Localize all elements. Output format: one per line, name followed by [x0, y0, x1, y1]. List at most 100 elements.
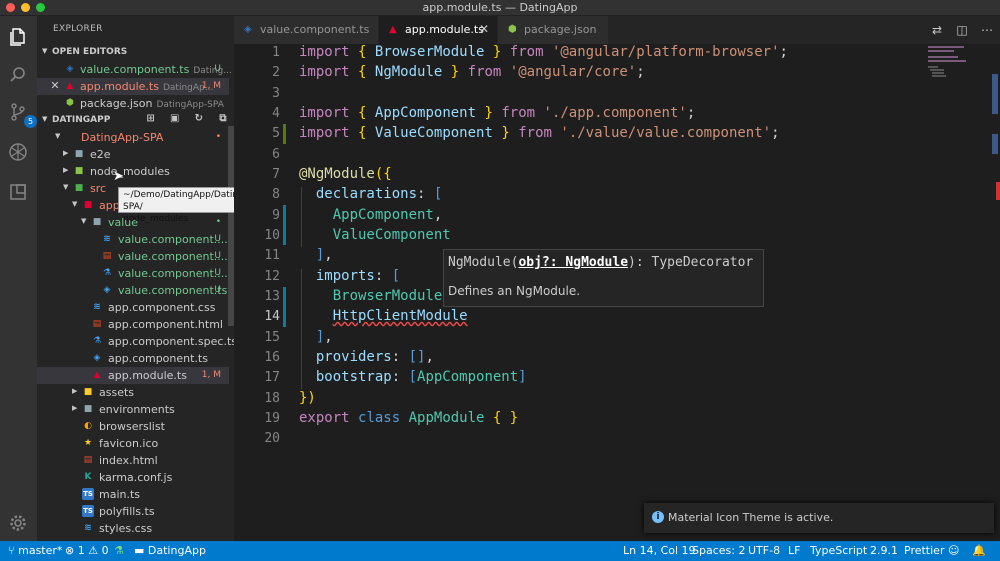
tree-file[interactable]: ⚗ app.component.spec.ts [37, 333, 237, 350]
tree-file[interactable]: ◐ browserslist [37, 418, 229, 435]
open-changes-icon[interactable]: ⇄ [930, 23, 944, 37]
tree-file[interactable]: ≋ styles.css [37, 520, 229, 537]
warning-icon: ⚠ [88, 544, 99, 557]
notification-message: Material Icon Theme is active. [668, 511, 834, 524]
mouse-pointer-icon: ➤ [113, 169, 124, 184]
open-editor-item[interactable]: ⬢ package.json DatingApp-SPA [37, 95, 229, 112]
chevron-down-icon: ▼ [63, 183, 69, 191]
tree-file[interactable]: ≋ value.component.... U [37, 231, 229, 248]
formatter[interactable]: Prettier [904, 544, 944, 557]
close-tab-icon[interactable]: ✕ [479, 22, 489, 36]
tree-file[interactable]: K karma.conf.js [37, 469, 229, 486]
code-line: AppComponent, [332, 207, 443, 223]
tree-folder[interactable]: ▶ ■ environments [37, 401, 229, 418]
indentation[interactable]: Spaces: 2 [692, 544, 745, 557]
hover-signature: NgModule(obj?: NgModule): TypeDecorator [448, 255, 754, 270]
tree-file-active[interactable]: ▲ app.module.ts 1, M [37, 367, 229, 384]
folder-indicator[interactable]: ▬ DatingApp [134, 544, 206, 557]
search-icon[interactable] [8, 65, 28, 85]
tree-file[interactable]: ⚗ value.component.... U [37, 265, 229, 282]
scm-badge: 5 [24, 115, 37, 128]
branch-icon: ⑂ [8, 544, 15, 557]
split-editor-icon[interactable]: ◫ [955, 23, 969, 37]
chevron-right-icon: ▶ [72, 404, 78, 412]
folder-icon: ■ [83, 200, 93, 210]
open-editor-item[interactable]: ◈ value.component.ts Dating... U [37, 61, 232, 78]
code-line: import { ValueComponent } from './value/… [299, 125, 780, 141]
code-line: import { AppComponent } from './app.comp… [299, 105, 696, 121]
extensions-icon[interactable] [8, 182, 28, 202]
tree-file[interactable]: ▤ app.component.html [37, 316, 229, 333]
notification-toast[interactable]: i Material Icon Theme is active. [644, 503, 994, 533]
code-line: HttpClientModule [332, 308, 468, 324]
typescript-icon: ◈ [93, 353, 101, 363]
tree-file[interactable]: TS main.ts [37, 486, 229, 503]
feedback-smiley-icon[interactable]: ☺ [948, 544, 959, 557]
info-icon: i [652, 511, 664, 523]
end-of-line[interactable]: LF [788, 544, 800, 557]
tree-file[interactable]: ◈ value.component.ts U [37, 282, 229, 299]
open-editor-item-active[interactable]: ✕ ▲ app.module.ts DatingAp... 1, M [37, 78, 229, 95]
tree-file[interactable]: ▤ value.component.... U [37, 248, 229, 265]
tree-item-root[interactable]: ▼ DatingApp-SPA • [37, 129, 229, 146]
open-editors-header[interactable]: ▼ OPEN EDITORS [37, 44, 234, 60]
tree-folder[interactable]: ▶ ■ node_modules [37, 163, 229, 180]
spec-icon: ⚗ [102, 268, 112, 278]
problems-indicator[interactable]: ⊗ 1 ⚠ 0 [65, 544, 109, 557]
star-icon: ★ [83, 438, 93, 448]
minimap[interactable] [928, 44, 988, 84]
source-control-icon[interactable]: 5 [8, 102, 37, 128]
collapse-all-icon[interactable]: ⧉ [216, 113, 230, 126]
project-header[interactable]: ▼ DATINGAPP ⊞ ▣ ↻ ⧉ [37, 112, 234, 128]
hover-doc: Defines an NgModule. [448, 284, 581, 298]
code-line: export class AppModule { } [299, 410, 519, 426]
chevron-down-icon: ▼ [81, 217, 87, 225]
tree-file[interactable]: ◈ app.component.ts [37, 350, 229, 367]
ts-version[interactable]: 2.9.1 [870, 544, 898, 557]
code-line: bootstrap: [AppComponent] [315, 369, 527, 385]
chevron-down-icon: ▼ [55, 132, 61, 140]
language-mode[interactable]: TypeScript [810, 544, 867, 557]
chevron-down-icon: ▼ [42, 115, 48, 123]
new-file-icon[interactable]: ⊞ [144, 113, 158, 126]
more-actions-icon[interactable]: ⋯ [980, 23, 994, 37]
tree-folder[interactable]: ▶ ■ e2e [37, 146, 229, 163]
tree-file[interactable]: TS polyfills.ts [37, 503, 229, 520]
css-icon: ≋ [93, 302, 101, 312]
tree-file[interactable]: ★ favicon.ico [37, 435, 229, 452]
refresh-icon[interactable]: ↻ [192, 113, 206, 126]
branch-indicator[interactable]: ⑂ master* [8, 544, 62, 557]
cursor-position[interactable]: Ln 14, Col 19 [623, 544, 696, 557]
tab-package-json[interactable]: ⬢ package.json [498, 16, 609, 44]
folder-icon: ■ [83, 387, 93, 397]
new-folder-icon[interactable]: ▣ [168, 113, 182, 126]
typescript-icon: ◈ [66, 64, 74, 74]
folder-icon: ■ [83, 404, 93, 414]
window-title: app.module.ts — DatingApp [422, 1, 578, 14]
debug-icon[interactable] [8, 142, 28, 162]
editor-scrollbar[interactable] [990, 44, 1000, 541]
code-line: }) [299, 390, 316, 406]
encoding[interactable]: UTF-8 [748, 544, 780, 557]
spec-icon: ⚗ [92, 336, 102, 346]
tree-file[interactable]: ▤ index.html [37, 452, 229, 469]
close-icon[interactable]: ✕ [49, 80, 61, 92]
tree-file[interactable]: ≋ app.component.css [37, 299, 229, 316]
code-line: @NgModule({ [299, 166, 392, 182]
tab-app-module[interactable]: ▲ app.module.ts ✕ [379, 16, 498, 44]
code-line: ], [315, 329, 333, 345]
chevron-right-icon: ▶ [63, 149, 69, 157]
settings-gear-icon[interactable] [8, 513, 28, 533]
tree-folder[interactable]: ▶ ■ assets [37, 384, 229, 401]
folder-icon: ■ [92, 217, 102, 227]
css-icon: ≋ [103, 234, 111, 244]
typescript-icon: ◈ [244, 24, 252, 35]
chevron-right-icon: ▶ [63, 166, 69, 174]
live-share-icon[interactable]: ⚗ [114, 544, 124, 557]
explorer-icon[interactable] [8, 27, 28, 47]
folder-icon: ▬ [134, 544, 145, 557]
html-icon: ▤ [92, 319, 102, 329]
tab-value-component[interactable]: ◈ value.component.ts [234, 16, 379, 44]
notifications-bell-icon[interactable]: 🔔 [972, 544, 986, 557]
nodejs-icon: ⬢ [66, 98, 74, 108]
